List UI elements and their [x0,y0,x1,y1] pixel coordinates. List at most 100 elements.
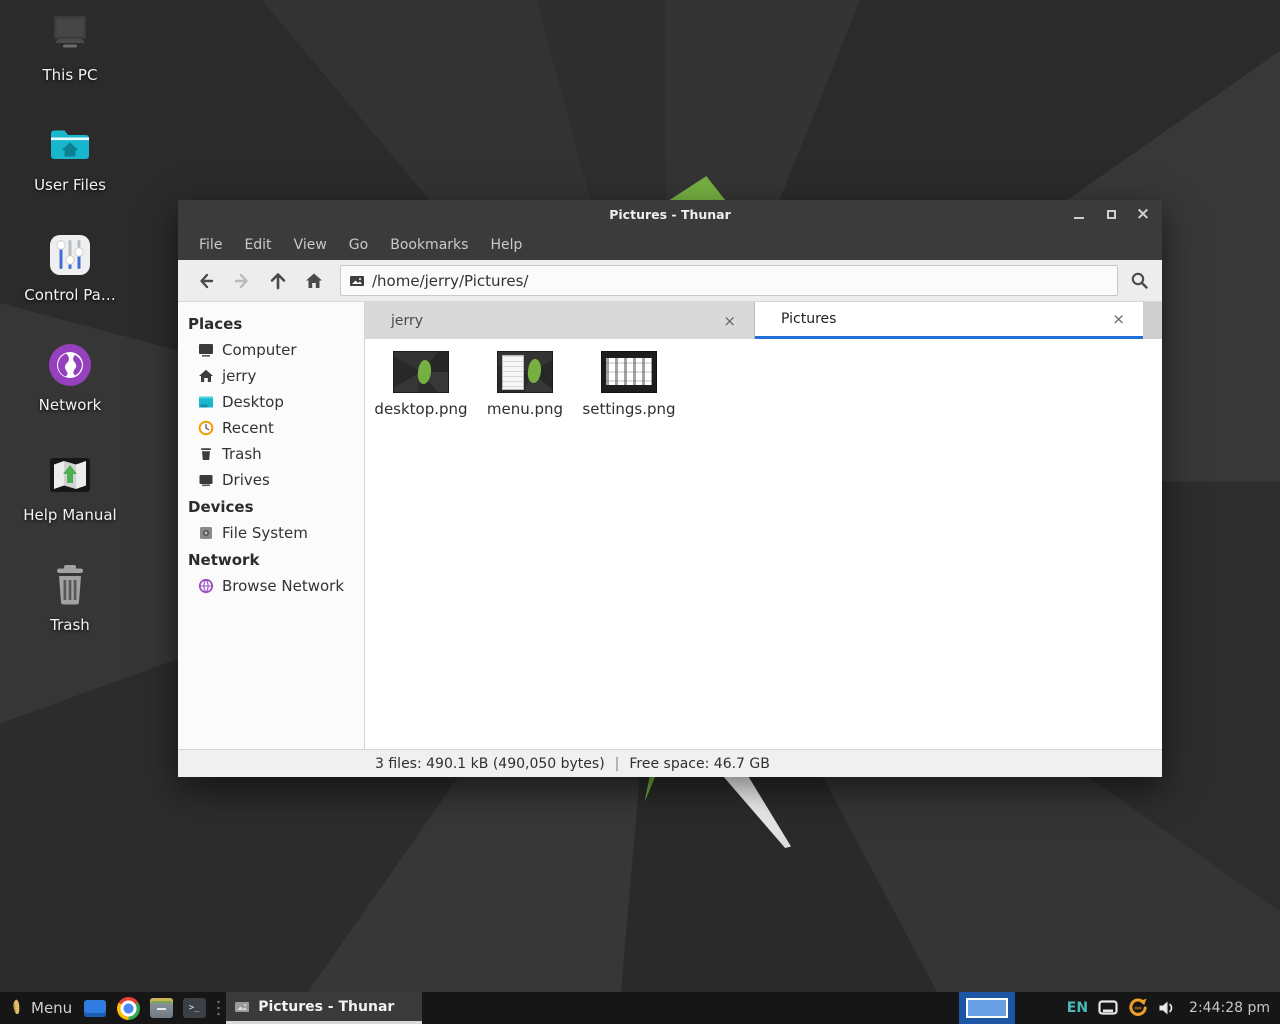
taskbar-task-pictures-thunar[interactable]: Pictures - Thunar [226,992,422,1024]
sidebar-item-desktop[interactable]: Desktop [178,389,364,415]
desktop-icon-network[interactable]: Network [5,340,135,450]
close-button[interactable]: × [1132,204,1154,226]
terminal-launcher[interactable]: >_ [181,995,207,1021]
file-thumbnail [497,351,553,393]
desktop-icon-label: Network [39,396,102,414]
back-icon [196,271,216,291]
workspace-switcher[interactable] [959,992,1015,1024]
file-item-menu-png[interactable]: menu.png [473,347,577,418]
sidebar-item-label: Trash [222,445,262,463]
up-icon [268,271,288,291]
menubar: File Edit View Go Bookmarks Help [178,229,1162,260]
sliders-icon [45,230,95,280]
sidebar-item-browse-network[interactable]: Browse Network [178,573,364,599]
desktop-icon-label: Control Pa… [24,286,116,304]
wallpaper-white-streak [720,776,794,848]
menu-edit[interactable]: Edit [233,232,282,258]
drive-icon [198,472,214,488]
window-controls: × [1068,200,1154,229]
tab-close-icon[interactable]: × [1106,308,1131,330]
volume-icon[interactable] [1158,1000,1176,1016]
search-button[interactable] [1118,261,1160,301]
sidebar-header-places: Places [178,310,364,337]
sidebar-item-drives[interactable]: Drives [178,467,364,493]
panel-drag-handle[interactable] [216,998,221,1018]
menu-go[interactable]: Go [338,232,379,258]
window-title: Pictures - Thunar [178,207,1162,222]
system-tray: EN 2:44:28 pm [959,992,1280,1024]
image-icon [234,999,250,1015]
wallpaper-green-triangle [668,174,726,201]
computer-icon [45,10,95,60]
desktop-icon-help-manual[interactable]: Help Manual [5,450,135,560]
tab-close-icon[interactable]: × [717,310,742,332]
sidebar-item-label: File System [222,524,308,542]
chrome-launcher[interactable] [115,995,141,1021]
menu-button[interactable]: Menu [0,992,82,1024]
image-icon [349,273,365,289]
tab-label: Pictures [781,311,1096,327]
network-globe-icon [198,578,214,594]
menu-bookmarks[interactable]: Bookmarks [379,232,479,258]
free-space: Free space: 46.7 GB [629,756,769,772]
back-button[interactable] [188,264,224,298]
minimize-button[interactable] [1068,204,1090,226]
file-item-desktop-png[interactable]: desktop.png [369,347,473,418]
menu-file[interactable]: File [188,232,233,258]
sidebar-header-network: Network [178,546,364,573]
sidebar-item-label: jerry [222,367,256,385]
menu-button-label: Menu [31,999,72,1017]
tab-bar: jerry × Pictures × [365,302,1162,339]
file-manager-launcher[interactable] [148,995,174,1021]
globe-icon [45,340,95,390]
thumbnail-art [526,358,543,384]
sidebar: Places Computer jerry Desktop Recent [178,302,365,749]
desktop-icon-label: This PC [43,66,98,84]
file-item-settings-png[interactable]: settings.png [577,347,681,418]
desktop-icon-user-files[interactable]: User Files [5,120,135,230]
display-tray-icon[interactable] [1098,1000,1118,1016]
file-list[interactable]: desktop.png menu.png settings.png [365,339,1162,749]
forward-button[interactable] [224,264,260,298]
tab-jerry[interactable]: jerry × [365,302,755,339]
status-separator: | [615,756,620,772]
tab-pictures[interactable]: Pictures × [755,302,1143,339]
toolbar: /home/jerry/Pictures/ [178,260,1162,302]
keyboard-layout-indicator[interactable]: EN [1067,1000,1088,1016]
sidebar-item-label: Recent [222,419,274,437]
chrome-icon [117,997,140,1020]
desktop-icon-control-panel[interactable]: Control Pa… [5,230,135,340]
thumbnail-art [502,355,524,390]
desktop-icon-trash[interactable]: Trash [5,560,135,670]
map-manual-icon [45,450,95,500]
maximize-button[interactable] [1100,204,1122,226]
desktop-icon-this-pc[interactable]: This PC [5,10,135,120]
home-button[interactable] [296,264,332,298]
menu-view[interactable]: View [283,232,338,258]
titlebar[interactable]: Pictures - Thunar × [178,200,1162,229]
desktop: This PC User Files Control Pa… Network H… [0,0,1280,1024]
sidebar-item-file-system[interactable]: File System [178,520,364,546]
update-manager-icon[interactable] [1127,997,1149,1019]
desktop-icon-label: Trash [50,616,90,634]
close-icon: × [1136,206,1150,223]
clock[interactable]: 2:44:28 pm [1189,1000,1270,1016]
sidebar-item-recent[interactable]: Recent [178,415,364,441]
sidebar-item-jerry[interactable]: jerry [178,363,364,389]
clock-icon [198,420,214,436]
path-bar[interactable]: /home/jerry/Pictures/ [340,265,1118,296]
search-icon [1129,270,1150,291]
desktop-icon-label: Help Manual [23,506,116,524]
sidebar-item-computer[interactable]: Computer [178,337,364,363]
menu-help[interactable]: Help [479,232,533,258]
sidebar-item-trash[interactable]: Trash [178,441,364,467]
up-button[interactable] [260,264,296,298]
show-desktop-launcher[interactable] [82,995,108,1021]
sidebar-item-label: Desktop [222,393,284,411]
sidebar-header-devices: Devices [178,493,364,520]
thumbnail-art [606,358,652,385]
file-thumbnail [393,351,449,393]
trash-icon [45,560,95,610]
thumbnail-art [416,359,433,385]
sidebar-item-label: Browse Network [222,577,344,595]
